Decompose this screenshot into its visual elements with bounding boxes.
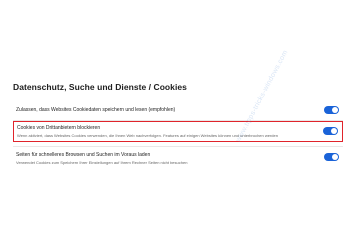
- preload-pages-toggle[interactable]: [324, 153, 339, 161]
- toggle-knob: [332, 107, 338, 113]
- section-title: Datenschutz, Suche und Dienste / Cookies: [13, 82, 187, 92]
- toggle-knob: [332, 154, 338, 160]
- setting-allow-cookies: Zulassen, dass Websites Cookiedaten spei…: [13, 101, 343, 119]
- setting-preload-pages-description: Verwendet Cookies zum Speichern Ihrer Ei…: [16, 160, 188, 165]
- divider: [13, 146, 343, 147]
- settings-page: Datenschutz, Suche und Dienste / Cookies…: [0, 0, 350, 250]
- allow-cookies-toggle[interactable]: [324, 106, 339, 114]
- setting-allow-cookies-label: Zulassen, dass Websites Cookiedaten spei…: [16, 107, 176, 113]
- setting-block-third-party-label: Cookies von Drittanbietern blockieren: [17, 125, 101, 131]
- toggle-knob: [331, 128, 337, 134]
- setting-block-third-party-cookies: Cookies von Drittanbietern blockieren We…: [13, 121, 343, 142]
- block-third-party-cookies-toggle[interactable]: [323, 127, 338, 135]
- setting-preload-pages-label: Seiten für schnelleres Browsen und Suche…: [16, 152, 151, 158]
- setting-preload-pages: Seiten für schnelleres Browsen und Suche…: [13, 148, 343, 170]
